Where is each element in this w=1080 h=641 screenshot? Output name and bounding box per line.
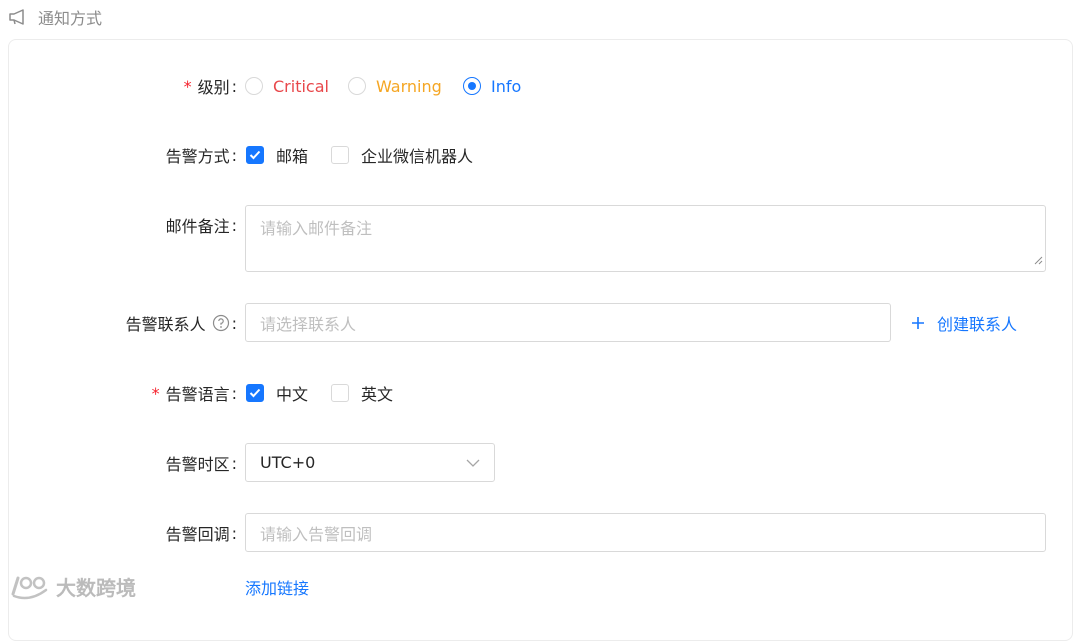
- email-note-label: 邮件备注 :: [165, 215, 237, 237]
- checkbox-checked[interactable]: [246, 146, 264, 164]
- level-label: * 级别 :: [184, 74, 237, 98]
- email-note-placeholder: 请输入邮件备注: [260, 219, 373, 238]
- checkbox-english[interactable]: 英文: [331, 381, 393, 405]
- checkbox-chinese-label: 中文: [276, 385, 309, 404]
- checkbox-chinese[interactable]: 中文: [246, 381, 308, 405]
- required-mark: *: [151, 383, 160, 403]
- chevron-down-icon: [466, 459, 480, 467]
- megaphone-icon: [8, 8, 28, 26]
- checkbox-unchecked[interactable]: [331, 384, 349, 402]
- create-contact-label: 创建联系人: [937, 315, 1018, 334]
- section-header: 通知方式: [8, 4, 102, 30]
- radio-circle[interactable]: [348, 77, 366, 95]
- timezone-label: 告警时区 :: [165, 453, 237, 475]
- checkbox-checked[interactable]: [246, 384, 264, 402]
- radio-info-label: Info: [491, 76, 522, 96]
- checkbox-email-label: 邮箱: [276, 147, 309, 166]
- email-note-textarea[interactable]: 请输入邮件备注: [245, 205, 1046, 272]
- radio-warning-label: Warning: [376, 76, 442, 96]
- radio-info[interactable]: Info: [463, 74, 521, 98]
- add-link-label: 添加链接: [245, 579, 310, 598]
- create-contact-link[interactable]: 创建联系人: [911, 311, 1017, 335]
- checkbox-unchecked[interactable]: [331, 146, 349, 164]
- watermark: 大数跨境: [10, 572, 136, 601]
- callback-label: 告警回调 :: [165, 523, 237, 545]
- checkbox-wecom-bot-label: 企业微信机器人: [361, 147, 474, 166]
- watermark-logo-icon: [10, 574, 50, 600]
- check-icon: [249, 388, 261, 398]
- check-icon: [249, 150, 261, 160]
- add-link-button[interactable]: 添加链接: [245, 575, 309, 599]
- question-circle-icon[interactable]: [212, 314, 230, 332]
- radio-circle[interactable]: [245, 77, 263, 95]
- resize-grip-icon[interactable]: [1034, 250, 1043, 269]
- timezone-value: UTC+0: [260, 453, 316, 472]
- radio-warning[interactable]: Warning: [348, 74, 442, 98]
- callback-placeholder: 请输入告警回调: [260, 524, 373, 544]
- contact-label: 告警联系人 :: [125, 313, 237, 335]
- contact-select[interactable]: 请选择联系人: [245, 303, 891, 342]
- radio-critical-label: Critical: [273, 76, 329, 96]
- callback-input[interactable]: 请输入告警回调: [245, 513, 1046, 552]
- method-label: 告警方式 :: [165, 145, 237, 167]
- required-mark: *: [183, 76, 192, 96]
- checkbox-english-label: 英文: [361, 385, 394, 404]
- radio-circle-selected[interactable]: [463, 77, 481, 95]
- checkbox-wecom-bot[interactable]: 企业微信机器人: [331, 143, 473, 167]
- language-label: * 告警语言 :: [151, 383, 237, 405]
- plus-icon: [911, 316, 925, 330]
- watermark-text: 大数跨境: [56, 576, 136, 600]
- timezone-select[interactable]: UTC+0: [245, 443, 495, 482]
- section-title: 通知方式: [38, 9, 103, 28]
- level-label-text: 级别: [197, 78, 230, 97]
- checkbox-email[interactable]: 邮箱: [246, 143, 308, 167]
- radio-critical[interactable]: Critical: [245, 74, 329, 98]
- contact-placeholder: 请选择联系人: [260, 314, 357, 334]
